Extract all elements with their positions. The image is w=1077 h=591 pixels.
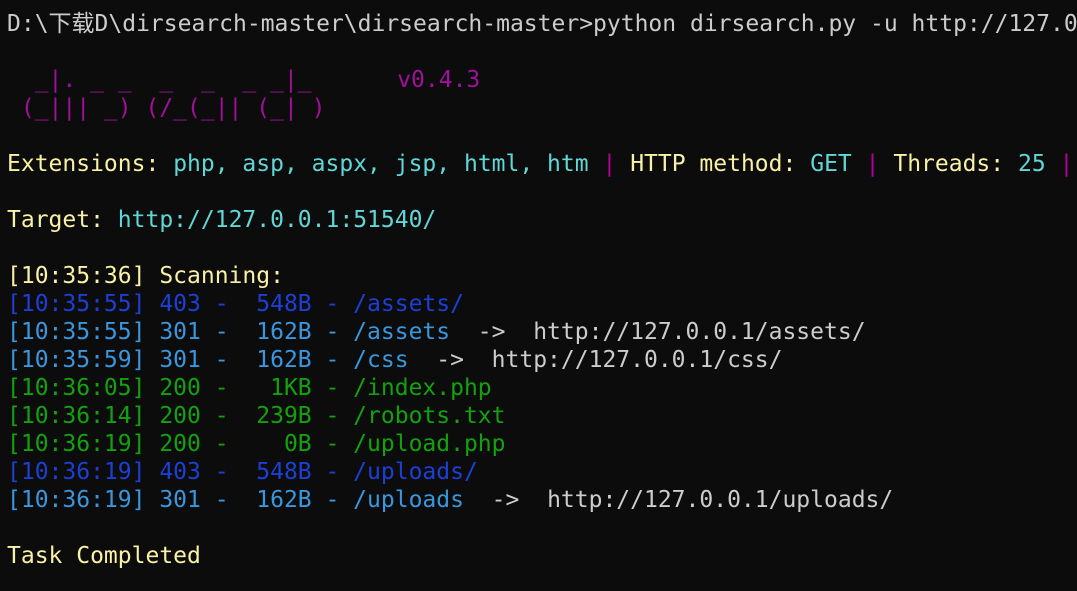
result-row: [10:36:05] 200 - 1KB - /index.php (7, 374, 1077, 402)
redirect-url: http://127.0.0.1/uploads/ (547, 487, 894, 513)
result-entry: [10:36:14] 200 - 239B - /robots.txt (7, 403, 506, 429)
config-separator: | (602, 151, 617, 177)
result-entry: [10:36:19] 200 - 0B - /upload.php (7, 431, 506, 457)
result-row: [10:35:59] 301 - 162B - /css -> http://1… (7, 346, 1077, 374)
extensions-label: Extensions: (7, 151, 160, 177)
method-value: GET (810, 151, 852, 177)
scan-start-line: [10:35:36] Scanning: (7, 263, 284, 289)
result-row: [10:36:19] 301 - 162B - /uploads -> http… (7, 486, 1077, 514)
banner-art-line1: _|. _ _ _ _ _ _|_ v0.4.3 (7, 66, 1077, 94)
redirect-arrow: -> (408, 347, 492, 373)
result-entry: [10:36:19] 403 - 548B - /uploads/ (7, 459, 478, 485)
threads-label: Threads: (893, 151, 1005, 177)
banner-art-top: _|. _ _ _ _ _ _|_ (7, 67, 354, 93)
threads-value: 25 (1017, 151, 1046, 177)
config-separator: | (1059, 151, 1074, 177)
target-url: http://127.0.0.1:51540/ (117, 207, 437, 233)
result-entry: [10:36:19] 301 - 162B - /uploads (7, 487, 464, 513)
config-line: Extensions: php, asp, aspx, jsp, html, h… (7, 150, 1077, 178)
extensions-value: php, asp, aspx, jsp, html, htm (173, 151, 589, 177)
task-completed-line: Task Completed (7, 543, 201, 569)
result-entry: [10:35:59] 301 - 162B - /css (7, 347, 409, 373)
version-label: v0.4.3 (397, 67, 481, 93)
result-row: [10:35:55] 301 - 162B - /assets -> http:… (7, 318, 1077, 346)
redirect-arrow: -> (450, 319, 534, 345)
config-separator: | (865, 151, 880, 177)
target-label: Target: (7, 207, 104, 233)
redirect-arrow: -> (463, 487, 548, 513)
result-row: [10:36:19] 200 - 0B - /upload.php (7, 430, 1077, 458)
result-entry: [10:36:05] 200 - 1KB - /index.php (7, 375, 492, 401)
result-row: [10:36:19] 403 - 548B - /uploads/ (7, 458, 1077, 486)
result-row: [10:35:55] 403 - 548B - /assets/ (7, 290, 1077, 318)
target-line: Target: http://127.0.0.1:51540/ (7, 206, 1077, 234)
result-entry: [10:35:55] 301 - 162B - /assets (7, 319, 451, 345)
redirect-url: http://127.0.0.1/assets/ (533, 319, 866, 345)
redirect-url: http://127.0.0.1/css/ (491, 347, 783, 373)
command-line: D:\下载D\dirsearch-master\dirsearch-master… (7, 11, 1077, 37)
result-row: [10:36:14] 200 - 239B - /robots.txt (7, 402, 1077, 430)
banner-art-line2: (_||| _) (/_(_|| (_| ) (7, 95, 326, 121)
result-entry: [10:35:55] 403 - 548B - /assets/ (7, 291, 464, 317)
method-label: HTTP method: (630, 151, 797, 177)
